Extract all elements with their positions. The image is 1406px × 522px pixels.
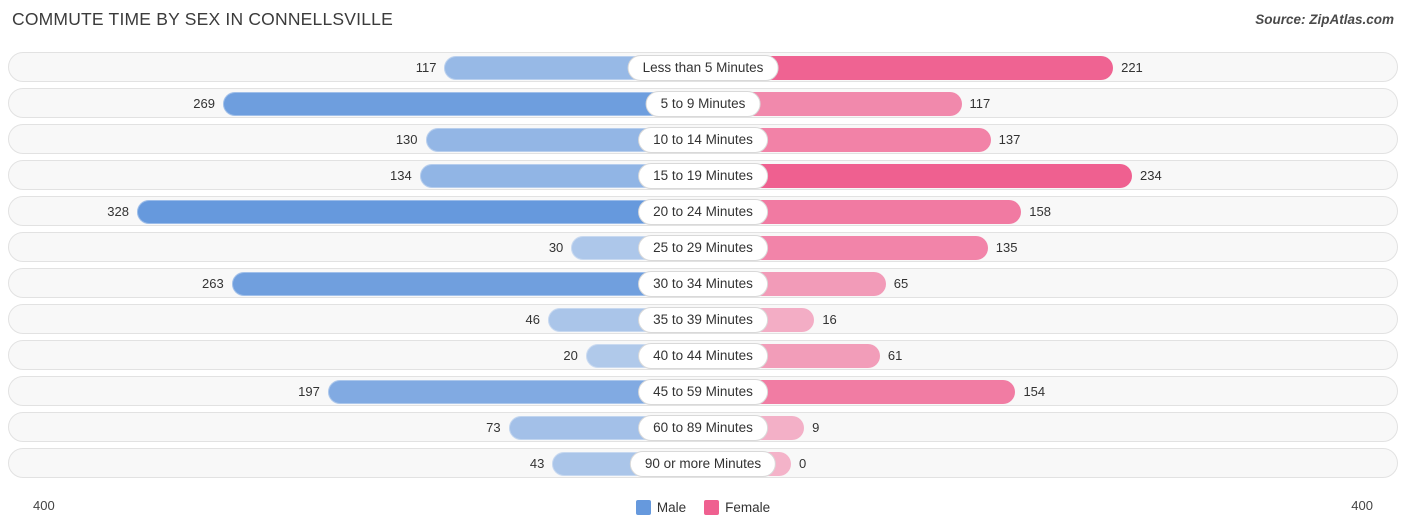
chart-legend: Male Female (0, 500, 1406, 515)
female-value-label: 135 (995, 240, 1018, 255)
category-label: Less than 5 Minutes (627, 55, 779, 81)
female-track: 158 (703, 197, 1397, 225)
male-value-label: 130 (395, 132, 418, 147)
male-track: 43 (9, 449, 703, 477)
male-value-label: 20 (563, 348, 578, 363)
female-value-label: 61 (887, 348, 903, 363)
female-track: 234 (703, 161, 1397, 189)
table-row: 269 117 5 to 9 Minutes (8, 88, 1398, 118)
female-track: 221 (703, 53, 1397, 81)
male-track: 263 (9, 269, 703, 297)
chart-rows: 117 221 Less than 5 Minutes 269 117 5 to 9 Mi… (8, 52, 1398, 484)
male-track: 117 (9, 53, 703, 81)
female-value-label: 9 (812, 420, 820, 435)
female-value-label: 221 (1121, 60, 1143, 75)
page-title: COMMUTE TIME BY SEX IN CONNELLSVILLE (12, 9, 393, 29)
male-track: 197 (9, 377, 703, 405)
table-row: 130 137 10 to 14 Minutes (8, 124, 1398, 154)
male-track: 269 (9, 89, 703, 117)
male-track: 46 (9, 305, 703, 333)
female-track: 65 (703, 269, 1397, 297)
table-row: 117 221 Less than 5 Minutes (8, 52, 1398, 82)
female-value-label: 154 (1023, 384, 1046, 399)
male-value-label: 134 (390, 168, 412, 183)
category-label: 45 to 59 Minutes (638, 379, 768, 405)
category-label: 35 to 39 Minutes (638, 307, 768, 333)
female-track: 135 (703, 233, 1397, 261)
category-label: 20 to 24 Minutes (638, 199, 768, 225)
table-row: 43 0 90 or more Minutes (8, 448, 1398, 478)
male-track: 30 (9, 233, 703, 261)
female-value-label: 158 (1029, 204, 1051, 219)
legend-item-male[interactable]: Male (635, 500, 687, 515)
category-label: 10 to 14 Minutes (638, 127, 768, 153)
male-value-label: 30 (548, 240, 564, 255)
table-row: 263 65 30 to 34 Minutes (8, 268, 1398, 298)
table-row: 20 61 40 to 44 Minutes (8, 340, 1398, 370)
male-track: 130 (9, 125, 703, 153)
male-value-label: 73 (486, 420, 501, 435)
male-value-label: 46 (525, 312, 540, 327)
table-row: 46 16 35 to 39 Minutes (8, 304, 1398, 334)
category-label: 90 or more Minutes (629, 451, 777, 477)
source-attribution: Source: ZipAtlas.com (1255, 12, 1394, 27)
male-value-label: 328 (107, 204, 129, 219)
male-track: 73 (9, 413, 703, 441)
legend-item-female[interactable]: Female (704, 500, 770, 515)
male-value-label: 117 (415, 60, 437, 75)
female-value-label: 0 (799, 456, 807, 471)
male-bar (136, 200, 703, 224)
female-track: 61 (703, 341, 1397, 369)
table-row: 197 154 45 to 59 Minutes (8, 376, 1398, 406)
female-track: 0 (703, 449, 1397, 477)
category-label: 15 to 19 Minutes (638, 163, 768, 189)
category-label: 40 to 44 Minutes (638, 343, 768, 369)
male-value-label: 197 (298, 384, 320, 399)
category-label: 25 to 29 Minutes (638, 235, 768, 261)
female-track: 154 (703, 377, 1397, 405)
male-track: 134 (9, 161, 703, 189)
legend-swatch-icon (704, 500, 720, 515)
category-label: 5 to 9 Minutes (645, 91, 761, 117)
female-track: 137 (703, 125, 1397, 153)
category-label: 60 to 89 Minutes (638, 415, 768, 441)
category-label: 30 to 34 Minutes (638, 271, 768, 297)
male-track: 20 (9, 341, 703, 369)
legend-label: Female (725, 500, 771, 515)
male-value-label: 269 (193, 96, 215, 111)
female-track: 117 (703, 89, 1397, 117)
male-bar (222, 92, 703, 116)
table-row: 73 9 60 to 89 Minutes (8, 412, 1398, 442)
male-bar (231, 272, 703, 296)
legend-label: Male (656, 500, 687, 515)
table-row: 30 135 25 to 29 Minutes (8, 232, 1398, 262)
male-value-label: 263 (201, 276, 224, 291)
female-value-label: 65 (893, 276, 909, 291)
female-value-label: 16 (822, 312, 837, 327)
female-value-label: 117 (969, 96, 991, 111)
female-value-label: 234 (1140, 168, 1162, 183)
female-track: 16 (703, 305, 1397, 333)
table-row: 134 234 15 to 19 Minutes (8, 160, 1398, 190)
male-track: 328 (9, 197, 703, 225)
table-row: 328 158 20 to 24 Minutes (8, 196, 1398, 226)
legend-swatch-icon (635, 500, 651, 515)
female-track: 9 (703, 413, 1397, 441)
male-value-label: 43 (529, 456, 545, 471)
chart-container: COMMUTE TIME BY SEX IN CONNELLSVILLE Sou… (0, 0, 1406, 522)
female-value-label: 137 (998, 132, 1021, 147)
